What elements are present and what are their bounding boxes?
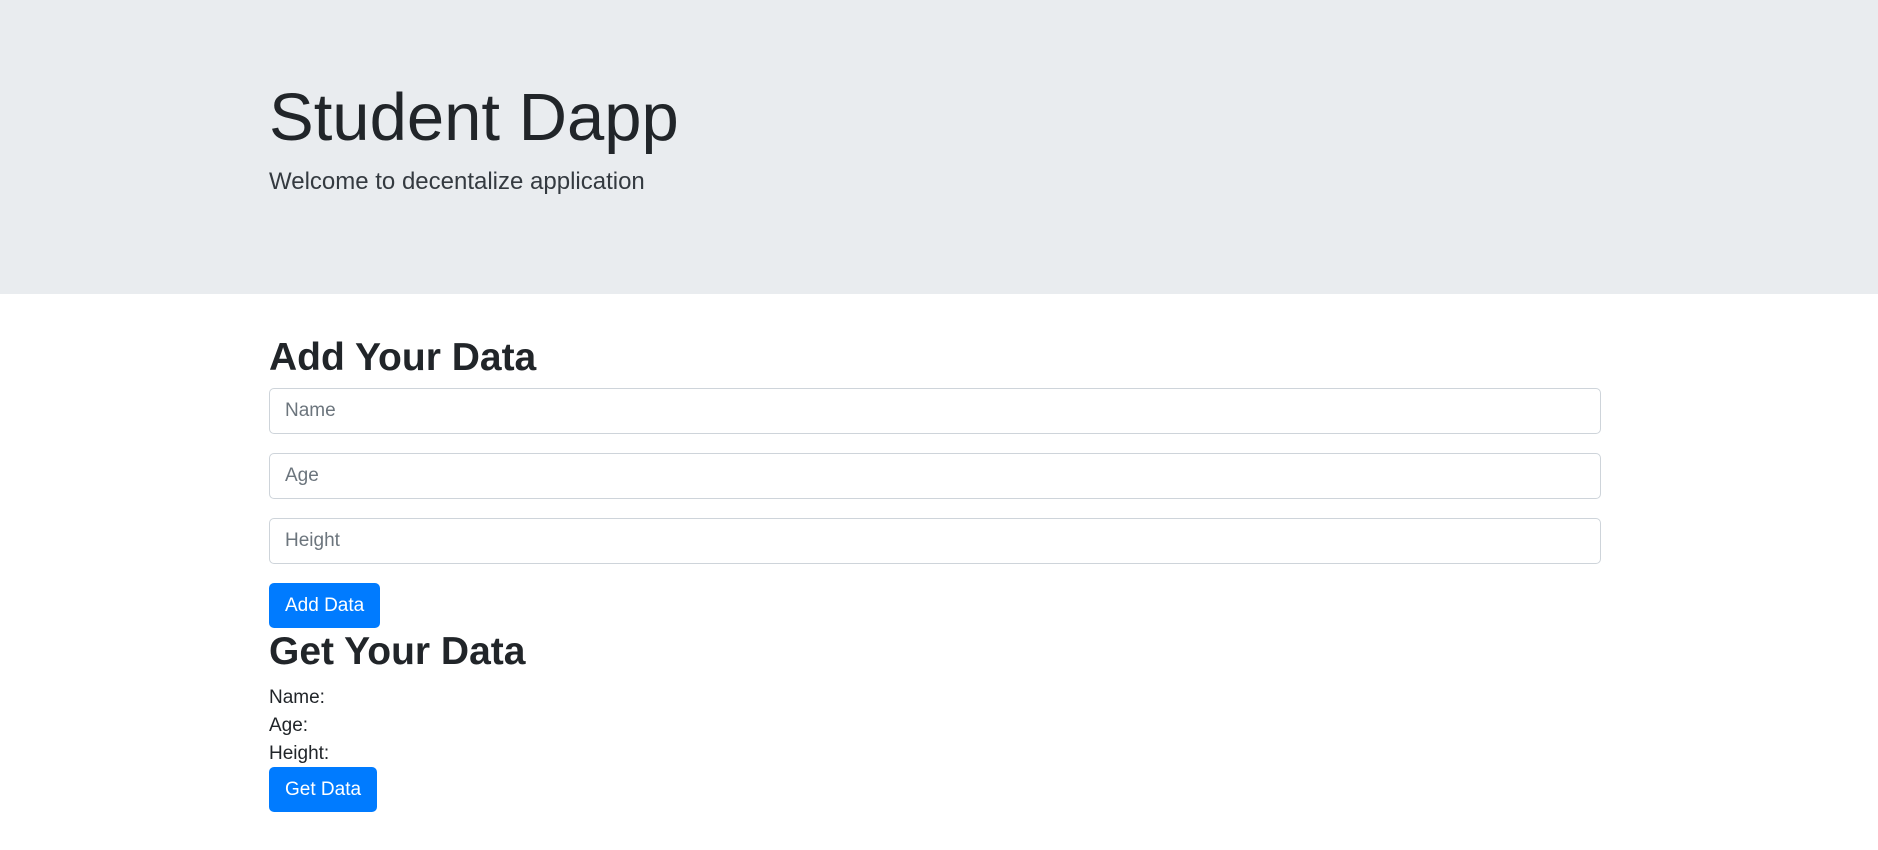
result-age-label: Age:	[269, 715, 309, 736]
age-input[interactable]	[269, 453, 1601, 499]
get-data-button[interactable]: Get Data	[269, 767, 378, 812]
get-data-heading: Get Your Data	[269, 630, 526, 673]
result-name-label: Name:	[269, 687, 325, 708]
add-data-button[interactable]: Add Data	[269, 583, 381, 628]
page-subtitle: Welcome to decentalize application	[269, 168, 645, 195]
page-title: Student Dapp	[269, 80, 679, 155]
name-input[interactable]	[269, 388, 1601, 434]
result-age-row: Age:	[269, 713, 314, 739]
height-input[interactable]	[269, 518, 1601, 564]
header-jumbotron: Student Dapp Welcome to decentalize appl…	[0, 0, 1878, 294]
result-height-label: Height:	[269, 743, 330, 764]
add-data-heading: Add Your Data	[269, 336, 537, 379]
result-height-row: Height:	[269, 741, 335, 767]
result-name-row: Name:	[269, 685, 331, 711]
